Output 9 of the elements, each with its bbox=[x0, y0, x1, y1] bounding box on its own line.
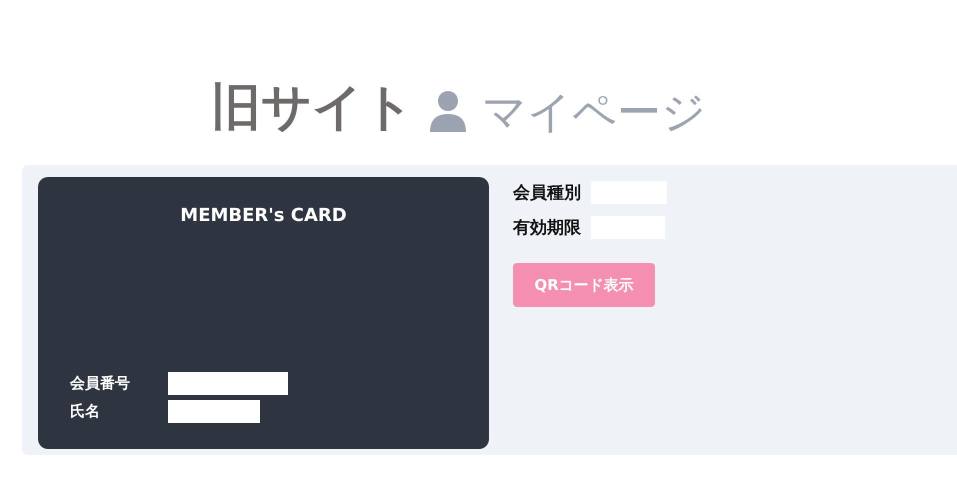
field-label: 会員番号 bbox=[70, 374, 131, 393]
field-label: 会員種別 bbox=[513, 182, 581, 204]
page-title: マイページ bbox=[482, 86, 706, 140]
site-label: 旧サイト bbox=[211, 77, 414, 138]
card-title: MEMBER's CARD bbox=[179, 205, 348, 226]
field-label: 氏名 bbox=[70, 402, 101, 421]
qr-code-button[interactable]: QRコード表示 bbox=[513, 263, 655, 307]
field-label: 有効期限 bbox=[513, 217, 581, 239]
user-icon bbox=[428, 90, 468, 134]
